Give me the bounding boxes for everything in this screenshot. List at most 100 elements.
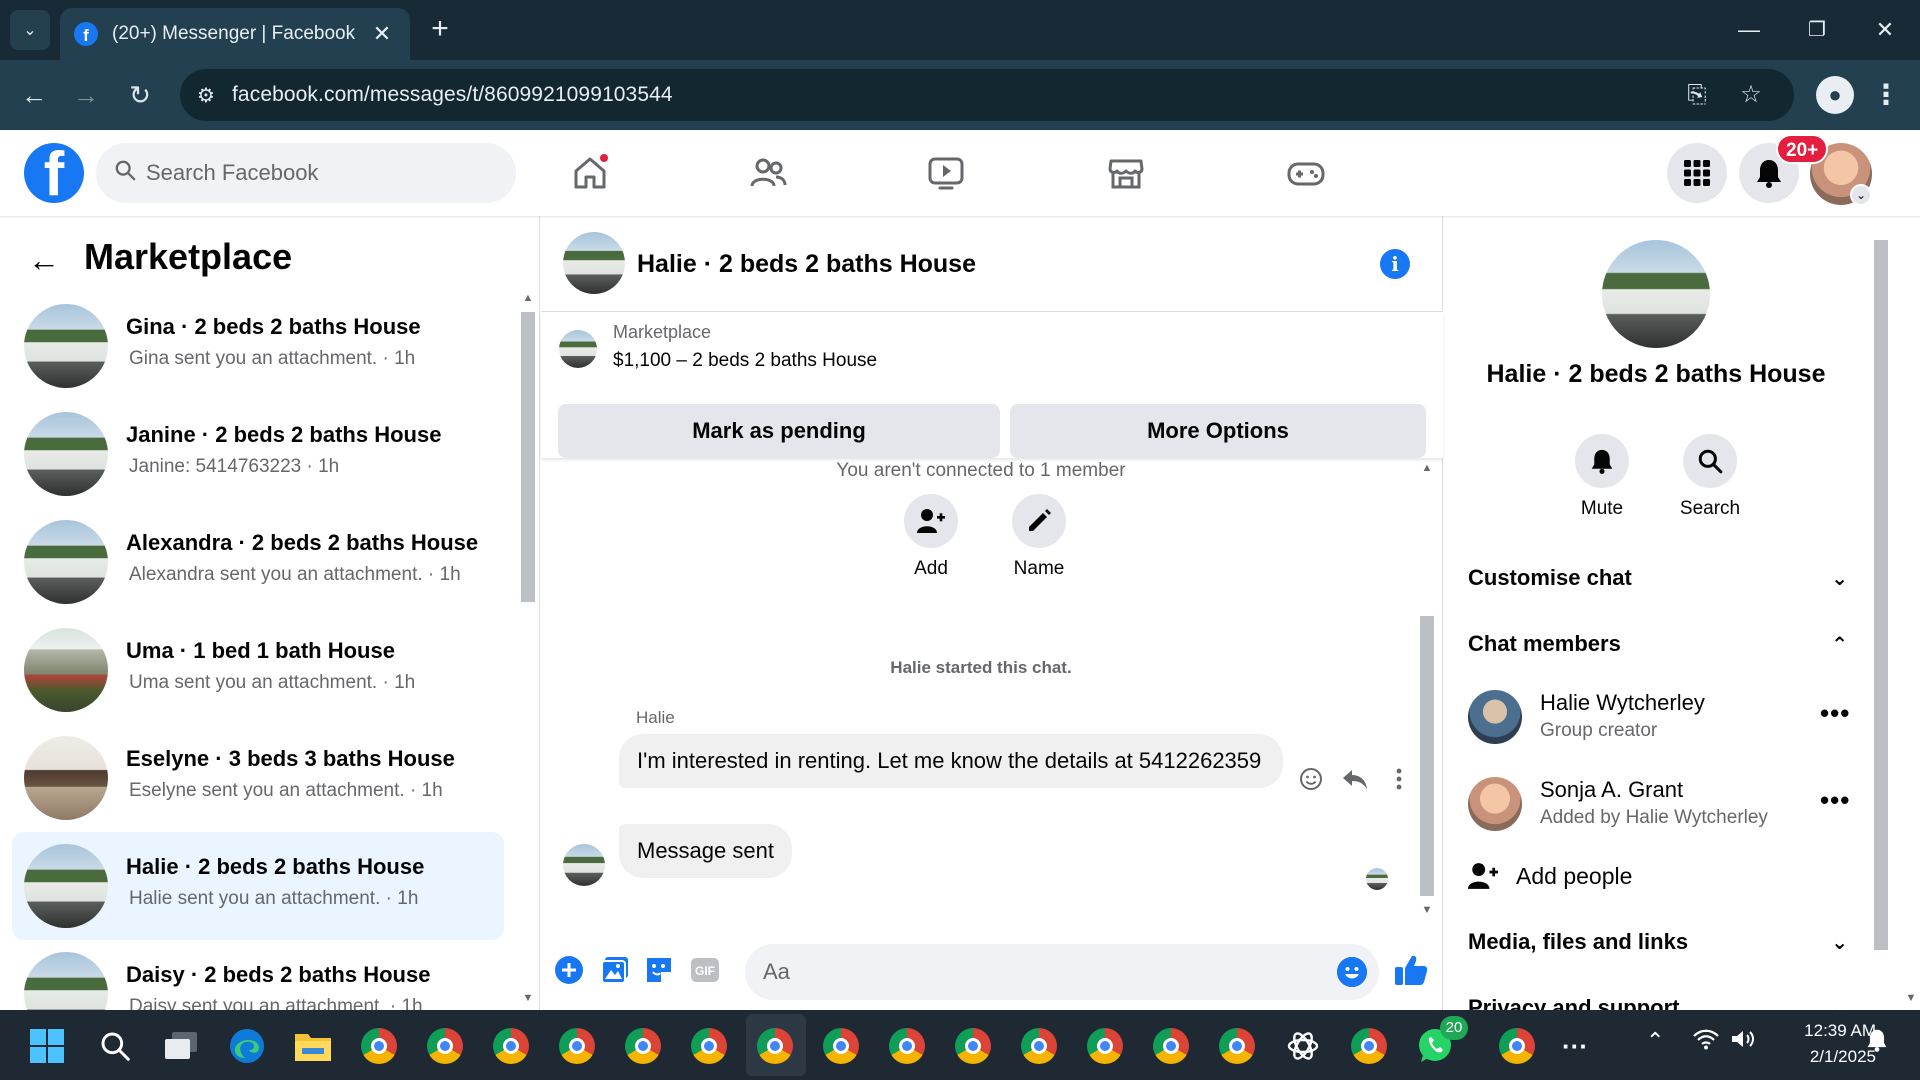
chrome-window-icon[interactable]	[1214, 1023, 1260, 1069]
chrome-window-icon[interactable]	[554, 1023, 600, 1069]
more-horizontal-icon[interactable]: ···	[1552, 1023, 1598, 1069]
account-chevron-down-icon[interactable]: ⌄	[1850, 184, 1872, 206]
add-member-action[interactable]: Add	[891, 494, 971, 580]
close-window-button[interactable]: ✕	[1860, 10, 1910, 50]
restore-button[interactable]: ❐	[1792, 10, 1842, 50]
chrome-window-icon[interactable]	[884, 1023, 930, 1069]
more-actions-plus-icon[interactable]	[551, 952, 587, 988]
more-options-button[interactable]: More Options	[1010, 404, 1426, 458]
back-arrow-icon[interactable]: ←	[28, 242, 60, 279]
page-scrollbar[interactable]: ▲ ▼	[1900, 130, 1920, 1010]
install-app-icon[interactable]: ⎘	[1674, 69, 1720, 121]
chrome-window-icon[interactable]	[686, 1023, 732, 1069]
chat-list-item[interactable]: Gina · 2 beds 2 baths House Gina sent yo…	[12, 292, 504, 400]
forward-arrow-icon[interactable]: →	[66, 75, 106, 115]
nav-marketplace[interactable]	[1096, 144, 1156, 202]
facebook-logo-icon[interactable]: f	[24, 143, 84, 203]
file-explorer-icon[interactable]	[290, 1023, 336, 1069]
react-emoji-icon[interactable]	[1296, 764, 1326, 794]
search-action[interactable]: Search	[1665, 434, 1755, 520]
chrome-window-icon[interactable]	[620, 1023, 666, 1069]
chrome-window-icon[interactable]	[1148, 1023, 1194, 1069]
like-thumbs-up-icon[interactable]	[1393, 952, 1429, 988]
chat-members-section[interactable]: Chat members ⌃	[1468, 624, 1848, 664]
menu-grid-button[interactable]	[1667, 143, 1727, 203]
nav-watch[interactable]	[916, 144, 976, 202]
thread-scroll-thumb[interactable]	[1420, 616, 1434, 896]
info-icon[interactable]: i	[1380, 249, 1410, 279]
auto-reply-bubble[interactable]: Message sent	[619, 824, 792, 878]
more-horizontal-icon[interactable]: •••	[1820, 698, 1850, 729]
windows-start-icon[interactable]	[24, 1023, 70, 1069]
chrome-window-icon[interactable]	[1082, 1023, 1128, 1069]
browser-menu-icon[interactable]: ⋮	[1868, 75, 1904, 115]
add-person-button[interactable]	[904, 494, 958, 548]
chrome-window-icon[interactable]	[1016, 1023, 1062, 1069]
customise-chat-section[interactable]: Customise chat ⌄	[1468, 558, 1848, 598]
mute-action[interactable]: Mute	[1557, 434, 1647, 520]
bookmark-star-icon[interactable]: ☆	[1728, 69, 1774, 121]
privacy-support-section[interactable]: Privacy and support ⌄	[1468, 988, 1848, 1010]
new-tab-button[interactable]: +	[422, 12, 458, 48]
gif-icon[interactable]: GIF	[687, 952, 723, 988]
chat-info-avatar[interactable]	[1602, 240, 1710, 348]
thread-scrollbar[interactable]: ▲ ▼	[1416, 458, 1438, 920]
chrome-window-icon[interactable]	[1346, 1023, 1392, 1069]
scroll-up-arrow-icon[interactable]: ▲	[1420, 462, 1434, 474]
attach-photo-icon[interactable]	[597, 952, 633, 988]
wifi-icon[interactable]	[1692, 1028, 1720, 1056]
more-horizontal-icon[interactable]: •••	[1820, 785, 1850, 816]
more-vertical-icon[interactable]	[1384, 764, 1414, 794]
chat-member-row[interactable]: Sonja A. Grant Added by Halie Wytcherley…	[1468, 773, 1850, 833]
minimize-button[interactable]: —	[1724, 10, 1774, 50]
chatgpt-icon[interactable]	[1280, 1023, 1326, 1069]
listing-price-title[interactable]: $1,100 – 2 beds 2 baths House	[613, 350, 877, 372]
chat-member-row[interactable]: Halie Wytcherley Group creator •••	[1468, 686, 1850, 746]
info-panel-scroll-thumb[interactable]	[1874, 240, 1888, 950]
chat-list-item[interactable]: Uma · 1 bed 1 bath House Uma sent you an…	[12, 616, 504, 724]
scroll-down-arrow-icon[interactable]: ▼	[1420, 904, 1434, 916]
chat-list-item-active[interactable]: Halie · 2 beds 2 baths House Halie sent …	[12, 832, 504, 940]
reload-icon[interactable]: ↻	[120, 75, 160, 115]
address-bar[interactable]: ⚙ facebook.com/messages/t/86099210991035…	[180, 69, 1794, 121]
volume-speaker-icon[interactable]	[1730, 1028, 1758, 1056]
chat-list-scrollbar[interactable]: ▲ ▼	[517, 292, 539, 1010]
message-input-box[interactable]	[745, 944, 1379, 1000]
name-chat-action[interactable]: Name	[999, 494, 1079, 580]
nav-friends[interactable]	[738, 144, 798, 202]
incoming-message-bubble[interactable]: I'm interested in renting. Let me know t…	[619, 734, 1283, 788]
sender-avatar[interactable]	[563, 844, 605, 886]
conversation-title[interactable]: Halie · 2 beds 2 baths House	[637, 250, 976, 279]
chat-list-item[interactable]: Eselyne · 3 beds 3 baths House Eselyne s…	[12, 724, 504, 832]
scroll-up-arrow-icon[interactable]: ▲	[521, 292, 535, 304]
facebook-search-input[interactable]	[146, 160, 486, 186]
chrome-window-icon[interactable]	[422, 1023, 468, 1069]
close-tab-icon[interactable]: ✕	[368, 21, 396, 47]
info-panel-scrollbar[interactable]	[1870, 216, 1892, 1010]
message-input[interactable]	[763, 959, 1323, 985]
member-avatar[interactable]	[1468, 690, 1522, 744]
chat-list-item[interactable]: Daisy · 2 beds 2 baths House Daisy sent …	[12, 940, 504, 1010]
nav-gaming[interactable]	[1276, 144, 1336, 202]
chrome-window-icon[interactable]	[1494, 1023, 1540, 1069]
sticker-icon[interactable]	[641, 952, 677, 988]
taskbar-clock[interactable]: 12:39 AM 2/1/2025	[1780, 1018, 1876, 1070]
listing-thumbnail[interactable]	[559, 330, 597, 368]
nav-home[interactable]	[560, 144, 620, 202]
show-hidden-icons-chevron-up-icon[interactable]: ⌃	[1646, 1028, 1664, 1054]
facebook-search-box[interactable]	[96, 143, 516, 203]
edge-browser-icon[interactable]	[224, 1023, 270, 1069]
mute-button[interactable]	[1575, 434, 1629, 488]
media-files-links-section[interactable]: Media, files and links ⌄	[1468, 922, 1848, 962]
conversation-avatar[interactable]	[563, 232, 625, 294]
add-people-button[interactable]: Add people	[1468, 856, 1632, 896]
chat-list-item[interactable]: Janine · 2 beds 2 baths House Janine: 54…	[12, 400, 504, 508]
tab-search-button[interactable]: ⌄	[10, 10, 50, 50]
reply-arrow-icon[interactable]	[1340, 764, 1370, 794]
chrome-window-icon-active[interactable]	[752, 1023, 798, 1069]
chat-list-item[interactable]: Alexandra · 2 beds 2 baths House Alexand…	[12, 508, 504, 616]
task-view-icon[interactable]	[158, 1023, 204, 1069]
browser-tab-active[interactable]: f (20+) Messenger | Facebook ✕	[60, 8, 410, 60]
chrome-window-icon[interactable]	[488, 1023, 534, 1069]
scroll-down-arrow-icon[interactable]: ▼	[1904, 992, 1918, 1004]
